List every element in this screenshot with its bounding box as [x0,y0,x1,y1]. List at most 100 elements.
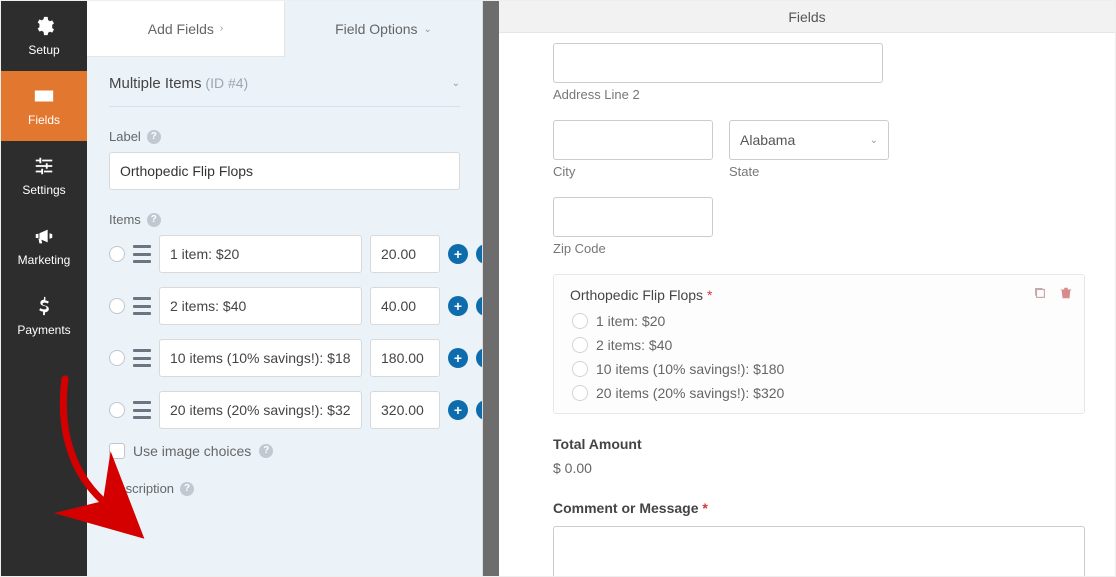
product-option[interactable]: 2 items: $40 [572,337,1068,353]
trash-icon[interactable] [1058,285,1074,301]
option-label: 2 items: $40 [596,337,672,353]
add-item-button[interactable]: + [448,400,468,420]
field-header[interactable]: Multiple Items (ID #4) ⌄ [109,75,460,107]
address-line-2-input[interactable] [553,43,883,83]
item-row: +− [109,391,460,429]
add-item-button[interactable]: + [448,348,468,368]
image-choices-label: Use image choices [133,443,251,459]
chevron-right-icon: › [220,23,223,34]
nav-setup[interactable]: Setup [1,1,87,71]
dollar-icon [33,295,55,317]
items-label: Items [109,212,141,227]
default-radio[interactable] [109,402,125,418]
description-label: Description [109,481,174,496]
add-item-button[interactable]: + [448,244,468,264]
field-id: (ID #4) [205,75,248,91]
tab-field-options[interactable]: Field Options ⌄ [285,1,482,57]
duplicate-icon[interactable] [1032,285,1048,301]
nav-fields[interactable]: Fields [1,71,87,141]
nav-label: Marketing [18,253,71,267]
drag-handle-icon[interactable] [133,297,151,315]
help-icon[interactable]: ? [147,130,161,144]
comment-textarea[interactable] [553,526,1085,576]
product-option[interactable]: 10 items (10% savings!): $180 [572,361,1068,377]
nav-label: Settings [22,183,65,197]
option-label: 10 items (10% savings!): $180 [596,361,784,377]
product-option[interactable]: 20 items (20% savings!): $320 [572,385,1068,401]
product-field-preview[interactable]: Orthopedic Flip Flops * 1 item: $20 2 ite… [553,274,1085,414]
radio-icon [572,361,588,377]
form-preview: Fields Address Line 2 City Alabama ⌄ Sta… [499,1,1115,576]
remove-item-button[interactable]: − [476,400,482,420]
tab-label: Add Fields [148,21,214,37]
item-label-input[interactable] [159,235,362,273]
item-price-input[interactable] [370,391,440,429]
label-label: Label [109,129,141,144]
comment-label: Comment or Message [553,500,698,516]
state-select[interactable]: Alabama ⌄ [729,120,889,160]
nav-marketing[interactable]: Marketing [1,211,87,281]
drag-handle-icon[interactable] [133,349,151,367]
drag-handle-icon[interactable] [133,245,151,263]
remove-item-button[interactable]: − [476,244,482,264]
zip-input[interactable] [553,197,713,237]
field-options-panel: Add Fields › Field Options ⌄ Multiple It… [87,1,483,576]
help-icon[interactable]: ? [259,444,273,458]
product-title: Orthopedic Flip Flops [570,287,703,303]
nav-label: Fields [28,113,60,127]
default-radio[interactable] [109,298,125,314]
total-label: Total Amount [553,436,1085,452]
item-price-input[interactable] [370,339,440,377]
chevron-down-icon: ⌄ [424,24,432,35]
nav-payments[interactable]: Payments [1,281,87,351]
field-title: Multiple Items [109,75,202,92]
tab-label: Field Options [335,21,417,37]
add-item-button[interactable]: + [448,296,468,316]
city-label: City [553,164,713,179]
zip-label: Zip Code [553,241,1085,256]
drag-handle-icon[interactable] [133,401,151,419]
help-icon[interactable]: ? [180,482,194,496]
nav-label: Setup [28,43,59,57]
default-radio[interactable] [109,350,125,366]
item-price-input[interactable] [370,287,440,325]
bullhorn-icon [33,225,55,247]
item-label-input[interactable] [159,391,362,429]
radio-icon [572,337,588,353]
radio-icon [572,313,588,329]
resize-strip[interactable] [483,1,499,576]
default-radio[interactable] [109,246,125,262]
state-label: State [729,164,889,179]
city-input[interactable] [553,120,713,160]
radio-icon [572,385,588,401]
nav-settings[interactable]: Settings [1,141,87,211]
item-row: +− [109,339,460,377]
main-nav: Setup Fields Settings Marketing Payments [1,1,87,576]
total-amount: $ 0.00 [553,460,1085,476]
product-option[interactable]: 1 item: $20 [572,313,1068,329]
preview-header: Fields [499,1,1115,33]
nav-label: Payments [17,323,70,337]
remove-item-button[interactable]: − [476,296,482,316]
chevron-down-icon: ⌄ [870,135,878,146]
state-value: Alabama [740,132,795,148]
option-label: 20 items (20% savings!): $320 [596,385,784,401]
item-row: +− [109,287,460,325]
option-label: 1 item: $20 [596,313,665,329]
item-label-input[interactable] [159,287,362,325]
item-row: +− [109,235,460,273]
address-line-2-label: Address Line 2 [553,87,1085,102]
image-choices-checkbox[interactable] [109,443,125,459]
remove-item-button[interactable]: − [476,348,482,368]
help-icon[interactable]: ? [147,213,161,227]
gear-icon [33,15,55,37]
chevron-down-icon: ⌄ [452,78,460,89]
item-label-input[interactable] [159,339,362,377]
field-label-input[interactable] [109,152,460,190]
item-price-input[interactable] [370,235,440,273]
required-indicator: * [698,500,707,516]
required-indicator: * [703,287,712,303]
sliders-icon [33,155,55,177]
fields-icon [33,85,55,107]
tab-add-fields[interactable]: Add Fields › [87,1,285,57]
